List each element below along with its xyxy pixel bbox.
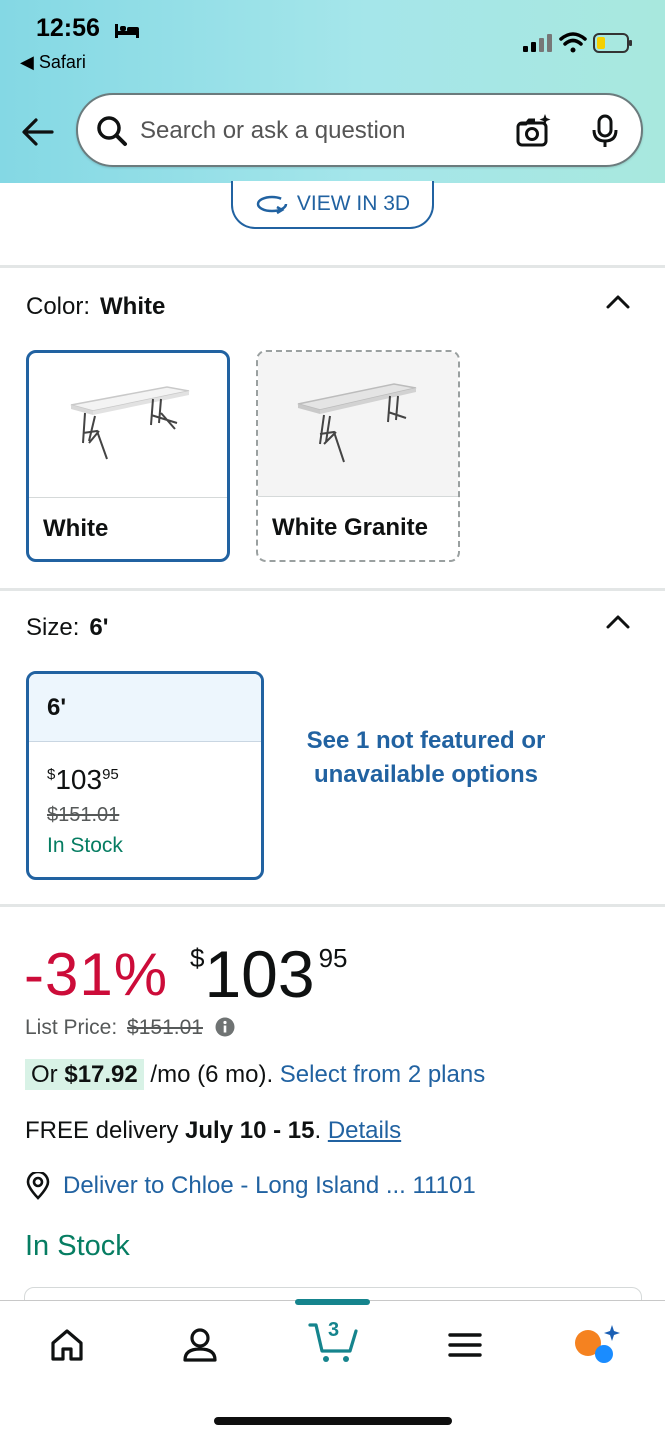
battery-icon — [593, 33, 632, 53]
home-indicator — [214, 1417, 452, 1425]
size-label: Size: — [26, 614, 80, 641]
availability-status: In Stock — [25, 1230, 130, 1262]
discount-percent: -31% — [24, 941, 169, 1008]
microphone-icon[interactable] — [585, 111, 625, 151]
cart-count: 3 — [328, 1319, 340, 1341]
chevron-up-icon[interactable] — [605, 292, 631, 310]
swatch-separator — [29, 497, 227, 498]
size-option-stock: In Stock — [47, 834, 123, 857]
list-price: List Price: $151.01 — [25, 1016, 235, 1040]
folding-table-image — [297, 383, 417, 463]
folding-table-image — [70, 386, 190, 460]
current-price: $103 95 — [190, 937, 348, 1011]
size-header: Size: 6' — [26, 614, 108, 642]
color-swatch-white[interactable]: White — [26, 350, 230, 562]
size-option-list-price: $151.01 — [47, 804, 120, 826]
home-icon[interactable] — [45, 1323, 89, 1367]
color-selected: White — [100, 293, 166, 320]
menu-icon[interactable] — [443, 1323, 487, 1367]
size-selected: 6' — [89, 614, 109, 641]
swatch-name: White — [43, 515, 109, 542]
size-option-6ft[interactable]: 6' $10395 $151.01 In Stock — [26, 671, 264, 880]
rotate-3d-icon — [256, 195, 288, 215]
see-unavailable-options-link[interactable]: See 1 not featured or unavailable option… — [300, 724, 552, 792]
camera-search-icon[interactable] — [513, 111, 553, 151]
back-to-safari[interactable]: ◀ Safari — [20, 52, 86, 73]
color-header: Color: White — [26, 293, 165, 321]
info-icon[interactable] — [215, 1017, 235, 1037]
sleep-bed-icon — [115, 24, 139, 38]
deliver-to-link[interactable]: Deliver to Chloe - Long Island ... 11101 — [25, 1172, 476, 1200]
monthly-payment: Or $17.92 /mo (6 mo). Select from 2 plan… — [25, 1059, 485, 1090]
swatch-image-area — [258, 352, 458, 496]
color-label: Color: — [26, 293, 91, 320]
view-in-3d-button[interactable]: VIEW IN 3D — [231, 181, 434, 229]
back-arrow-icon[interactable] — [20, 114, 56, 150]
section-divider — [0, 265, 665, 268]
status-time: 12:56 — [36, 14, 100, 42]
status-indicators — [523, 32, 632, 53]
size-option-name: 6' — [29, 674, 261, 742]
location-pin-icon — [26, 1172, 50, 1200]
cart-tab[interactable]: 3 — [306, 1317, 362, 1367]
search-icon — [97, 116, 127, 146]
search-input[interactable] — [140, 113, 480, 149]
section-divider — [0, 904, 665, 907]
app-header: 12:56 ◀ Safari — [0, 0, 665, 183]
active-tab-indicator — [295, 1299, 370, 1305]
view-in-3d-label: VIEW IN 3D — [296, 192, 411, 215]
chevron-up-icon[interactable] — [605, 612, 631, 630]
size-option-price: $10395 — [47, 764, 119, 795]
delivery-info: FREE delivery July 10 - 15. Details — [25, 1117, 402, 1144]
wifi-icon — [559, 32, 587, 53]
rufus-assistant-icon[interactable] — [572, 1323, 620, 1367]
color-swatch-white-granite[interactable]: White Granite — [256, 350, 460, 562]
delivery-details-link[interactable]: Details — [328, 1117, 401, 1144]
search-bar[interactable] — [76, 93, 643, 167]
swatch-name: White Granite — [272, 514, 429, 541]
select-plans-link[interactable]: Select from 2 plans — [280, 1061, 485, 1088]
account-icon[interactable] — [178, 1323, 222, 1367]
swatch-separator — [258, 496, 458, 497]
monthly-highlight: Or $17.92 — [25, 1059, 144, 1090]
signal-icon — [523, 34, 552, 52]
swatch-image-area — [29, 353, 227, 497]
section-divider — [0, 588, 665, 591]
